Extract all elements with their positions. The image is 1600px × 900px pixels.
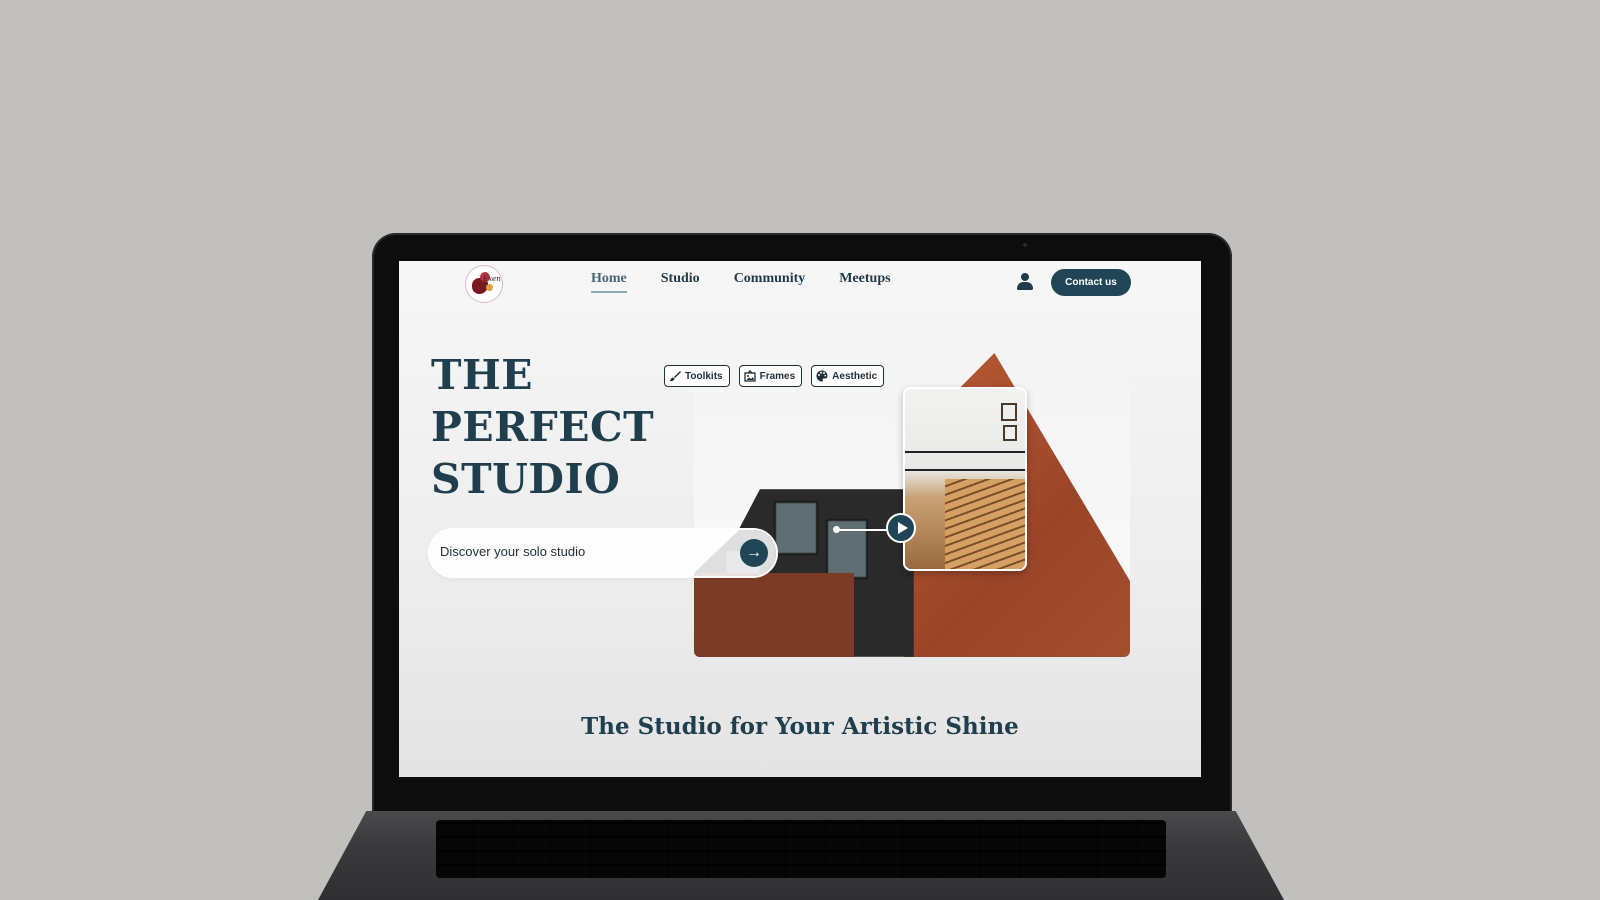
frame-icon	[743, 370, 756, 382]
user-icon-body	[1017, 282, 1033, 290]
arrow-right-icon[interactable]: →	[740, 539, 768, 567]
railing	[905, 451, 1025, 453]
wall-frame	[1001, 403, 1017, 421]
nav-item-home[interactable]: Home	[591, 271, 627, 293]
window	[774, 501, 818, 555]
play-icon[interactable]	[886, 513, 916, 543]
user-icon[interactable]	[1017, 273, 1033, 291]
section-title: The Studio for Your Artistic Shine	[581, 713, 1019, 740]
chip-aesthetic[interactable]: Aesthetic	[811, 365, 885, 387]
camera-icon	[1023, 243, 1027, 247]
logo-text: Exen	[483, 275, 501, 283]
chip-label: Toolkits	[685, 370, 723, 382]
discover-text: Discover your solo studio	[440, 544, 586, 559]
chip-label: Aesthetic	[832, 370, 878, 382]
paintbrush-icon	[669, 371, 681, 382]
main-nav: Home Studio Community Meetups	[591, 271, 891, 293]
connector-dot	[833, 526, 840, 533]
connector-line	[836, 529, 890, 531]
logo-mark-dot	[486, 284, 493, 291]
building-brick-base	[694, 573, 854, 657]
studio-interior-photo[interactable]	[903, 387, 1027, 571]
keyboard	[436, 820, 1166, 878]
feature-chips: Toolkits Frames Aesthetic	[664, 365, 885, 387]
hero-title-line-1: THE	[431, 351, 533, 399]
contact-us-button[interactable]: Contact us	[1051, 269, 1131, 296]
nav-item-community[interactable]: Community	[734, 271, 806, 293]
hero-title-line-3: STUDIO	[431, 455, 621, 503]
chip-toolkits[interactable]: Toolkits	[664, 365, 730, 387]
discover-search-bar[interactable]: Discover your solo studio →	[430, 530, 776, 576]
nav-item-studio[interactable]: Studio	[661, 271, 700, 293]
wall-frame	[1003, 425, 1017, 441]
website-screen: Exen Home Studio Community Meetups Conta…	[399, 261, 1201, 777]
user-icon-head	[1021, 273, 1029, 281]
chip-frames[interactable]: Frames	[738, 365, 803, 387]
chip-label: Frames	[759, 370, 796, 382]
nav-item-meetups[interactable]: Meetups	[839, 271, 890, 293]
railing	[905, 469, 1025, 471]
hero-title: THE PERFECT STUDIO	[431, 349, 654, 505]
staircase	[945, 479, 1025, 569]
logo[interactable]: Exen	[465, 265, 503, 303]
palette-icon	[816, 370, 828, 382]
hero-title-line-2: PERFECT	[431, 403, 655, 451]
